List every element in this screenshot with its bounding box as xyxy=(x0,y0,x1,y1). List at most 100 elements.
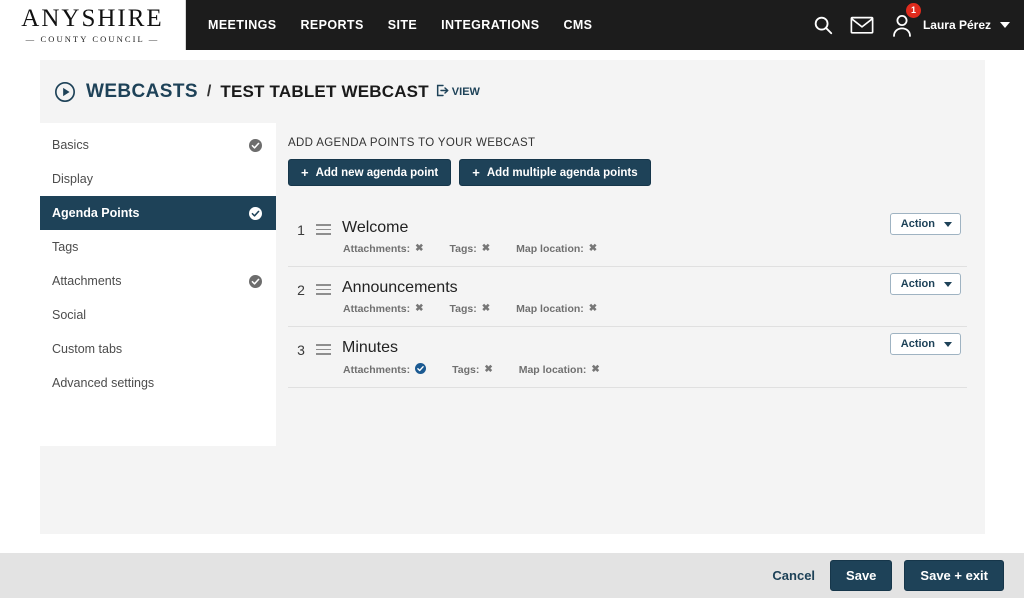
check-circle-icon xyxy=(249,274,262,288)
top-bar-actions: 1 Laura Pérez xyxy=(812,0,1024,50)
sidebar-item-label: Basics xyxy=(52,138,89,152)
sidebar-item-label: Tags xyxy=(52,240,79,254)
nav-item-site[interactable]: SITE xyxy=(376,18,429,32)
table-row: 1 Welcome Attachments: ✖ Tags: ✖ Map loc… xyxy=(288,207,967,267)
plus-icon: + xyxy=(301,165,309,180)
main-nav: MEETINGS REPORTS SITE INTEGRATIONS CMS xyxy=(186,0,604,50)
main-filler xyxy=(276,438,985,534)
sidebar-item-display[interactable]: Display xyxy=(40,162,276,196)
sidebar-item-social[interactable]: Social xyxy=(40,298,276,332)
meta-attachments: Attachments: ✖ xyxy=(343,243,423,255)
action-dropdown-button[interactable]: Action xyxy=(889,273,961,295)
meta-map-location: Map location: ✖ xyxy=(516,243,597,255)
meta-attachments: Attachments: ✖ xyxy=(343,303,423,315)
add-new-agenda-point-button[interactable]: + Add new agenda point xyxy=(288,159,452,186)
meta-tags-label: Tags: xyxy=(449,303,477,315)
top-navigation-bar: ANYSHIRE — COUNTY COUNCIL — MEETINGS REP… xyxy=(0,0,1024,50)
nav-item-reports[interactable]: REPORTS xyxy=(288,18,375,32)
agenda-points-panel: ADD AGENDA POINTS TO YOUR WEBCAST + Add … xyxy=(276,123,985,438)
add-multiple-agenda-points-button[interactable]: + Add multiple agenda points xyxy=(459,159,651,186)
cross-icon: ✖ xyxy=(588,303,598,314)
cross-icon: ✖ xyxy=(481,303,491,314)
sidebar-item-label: Social xyxy=(52,308,87,322)
nav-item-integrations[interactable]: INTEGRATIONS xyxy=(429,18,551,32)
settings-body: Basics Display Agenda Points Tags Attach… xyxy=(40,123,985,438)
meta-attachments-label: Attachments: xyxy=(343,363,411,376)
sidebar-item-label: Display xyxy=(52,172,93,186)
check-circle-icon xyxy=(249,206,262,220)
footer-action-bar: Cancel Save Save + exit xyxy=(0,553,1024,598)
sidebar-item-advanced-settings[interactable]: Advanced settings xyxy=(40,366,276,400)
meta-map-location-label: Map location: xyxy=(518,363,587,376)
agenda-point-number: 1 xyxy=(297,222,305,238)
search-icon[interactable] xyxy=(812,14,834,36)
agenda-point-title: Announcements xyxy=(342,279,458,296)
sidebar-item-label: Agenda Points xyxy=(52,206,140,220)
drag-handle-icon[interactable] xyxy=(316,284,331,295)
username-label: Laura Pérez xyxy=(922,18,991,32)
action-button-label: Action xyxy=(900,278,935,290)
action-button-label: Action xyxy=(900,338,935,350)
notification-badge: 1 xyxy=(905,3,921,18)
mail-icon[interactable] xyxy=(850,15,874,35)
play-circle-icon xyxy=(54,81,76,103)
action-dropdown-button[interactable]: Action xyxy=(889,213,961,235)
meta-tags: Tags: ✖ xyxy=(449,243,490,255)
agenda-point-meta: Attachments: ✖ Tags: ✖ Map location: ✖ xyxy=(342,243,961,255)
sidebar-item-label: Attachments xyxy=(52,274,122,288)
cross-icon: ✖ xyxy=(591,363,600,375)
sidebar-item-agenda-points[interactable]: Agenda Points xyxy=(40,196,276,230)
user-menu[interactable]: 1 Laura Pérez xyxy=(890,3,1010,38)
action-button-label: Action xyxy=(900,218,935,230)
meta-tags: Tags: ✖ xyxy=(449,303,490,315)
nav-item-meetings[interactable]: MEETINGS xyxy=(196,18,288,32)
agenda-point-number: 3 xyxy=(297,342,305,358)
cross-icon: ✖ xyxy=(484,363,493,375)
add-new-agenda-point-label: Add new agenda point xyxy=(315,166,439,179)
agenda-point-body: Minutes Attachments: Tags: ✖ Map locatio… xyxy=(342,339,961,376)
agenda-point-meta: Attachments: ✖ Tags: ✖ Map location: ✖ xyxy=(342,303,961,315)
cancel-button[interactable]: Cancel xyxy=(772,568,815,583)
settings-sidebar: Basics Display Agenda Points Tags Attach… xyxy=(40,123,276,438)
cross-icon: ✖ xyxy=(415,243,424,254)
meta-attachments-label: Attachments: xyxy=(343,243,411,255)
save-button[interactable]: Save xyxy=(830,560,893,591)
meta-tags: Tags: ✖ xyxy=(452,363,493,376)
drag-handle-icon[interactable] xyxy=(316,224,331,235)
meta-map-location-label: Map location: xyxy=(516,303,584,315)
panel-filler xyxy=(40,438,985,534)
breadcrumb-separator: / xyxy=(206,82,212,100)
chevron-down-icon xyxy=(1000,22,1010,28)
breadcrumb-root-link[interactable]: WEBCASTS xyxy=(86,81,198,103)
site-logo[interactable]: ANYSHIRE — COUNTY COUNCIL — xyxy=(0,0,186,50)
sidebar-item-basics[interactable]: Basics xyxy=(40,128,276,162)
view-webcast-link[interactable]: VIEW xyxy=(436,84,480,100)
save-and-exit-button[interactable]: Save + exit xyxy=(904,560,1004,591)
external-link-icon xyxy=(436,84,449,100)
agenda-point-meta: Attachments: Tags: ✖ Map location: ✖ xyxy=(342,363,961,376)
chevron-down-icon xyxy=(944,281,952,287)
add-buttons-group: + Add new agenda point + Add multiple ag… xyxy=(288,159,967,186)
agenda-points-list: 1 Welcome Attachments: ✖ Tags: ✖ Map loc… xyxy=(288,207,967,388)
meta-map-location: Map location: ✖ xyxy=(519,363,600,376)
logo-title: ANYSHIRE xyxy=(21,5,164,32)
sidebar-item-custom-tabs[interactable]: Custom tabs xyxy=(40,332,276,366)
sidebar-item-tags[interactable]: Tags xyxy=(40,230,276,264)
cross-icon: ✖ xyxy=(481,243,491,254)
chevron-down-icon xyxy=(944,221,952,227)
agenda-point-title: Minutes xyxy=(342,339,399,356)
agenda-point-body: Welcome Attachments: ✖ Tags: ✖ Map locat… xyxy=(342,219,961,255)
agenda-point-body: Announcements Attachments: ✖ Tags: ✖ Map… xyxy=(342,279,961,315)
drag-handle-icon[interactable] xyxy=(316,344,331,355)
sidebar-item-attachments[interactable]: Attachments xyxy=(40,264,276,298)
cross-icon: ✖ xyxy=(588,243,598,254)
panel-heading: ADD AGENDA POINTS TO YOUR WEBCAST xyxy=(288,137,536,149)
action-dropdown-button[interactable]: Action xyxy=(889,333,961,355)
view-link-label: VIEW xyxy=(451,85,480,98)
plus-icon: + xyxy=(472,165,480,180)
breadcrumb: WEBCASTS / TEST TABLET WEBCAST VIEW xyxy=(40,60,985,123)
sidebar-item-label: Advanced settings xyxy=(52,376,155,390)
meta-attachments: Attachments: xyxy=(343,363,427,376)
meta-map-location-label: Map location: xyxy=(516,243,584,255)
nav-item-cms[interactable]: CMS xyxy=(551,18,604,32)
